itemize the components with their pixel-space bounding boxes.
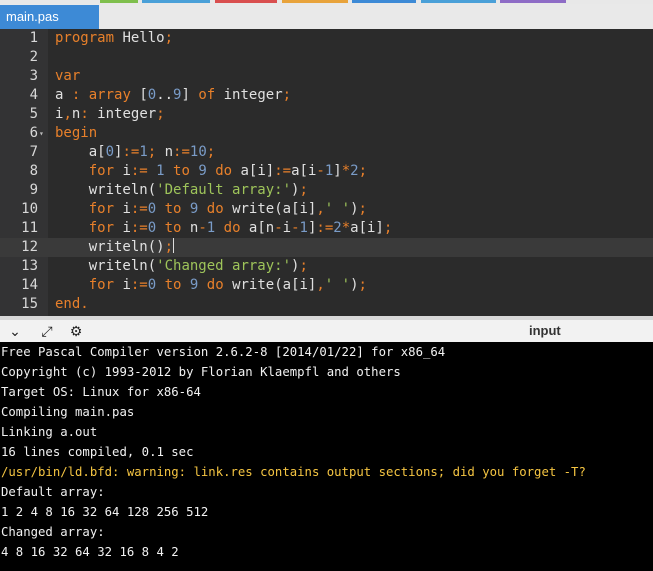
- console-line: 16 lines compiled, 0.1 sec: [1, 445, 194, 459]
- line-number: 2: [29, 49, 38, 65]
- check-chevron-icon[interactable]: ⌄: [6, 323, 24, 341]
- console-line: Linking a.out: [1, 425, 98, 439]
- fold-marker-icon[interactable]: ▾: [39, 124, 47, 143]
- line-number: 6: [29, 125, 38, 141]
- text-cursor: [173, 238, 175, 253]
- code-text: for i:=0 to 9 do write(a[i],' ');: [88, 277, 367, 293]
- code-text: writeln('Default array:');: [55, 182, 308, 198]
- code-line: 10 for i:=0 to 9 do write(a[i],' ');: [0, 200, 653, 219]
- code-text: program Hello;: [55, 30, 174, 46]
- line-number: 5: [29, 106, 38, 122]
- code-text: writeln();: [55, 238, 175, 255]
- input-tab-label[interactable]: input: [529, 322, 561, 340]
- code-line: 5 i,n: integer;: [0, 105, 653, 124]
- code-line: 11 for i:=0 to n-1 do a[n-i-1]:=2*a[i];: [0, 219, 653, 238]
- code-text: end.: [55, 296, 89, 312]
- line-number: 10: [21, 201, 38, 217]
- output-toolbar: ⌄ ⤢ ⚙ input: [0, 316, 653, 342]
- code-text: for i:=0 to 9 do write(a[i],' ');: [88, 201, 367, 217]
- code-text: for i:=0 to n-1 do a[n-i-1]:=2*a[i];: [88, 220, 393, 236]
- line-number: 1: [29, 30, 38, 46]
- console-line: Default array:: [1, 485, 105, 499]
- console-line: Compiling main.pas: [1, 405, 135, 419]
- code-editor[interactable]: 1 program Hello; 2 3 var 4 a : array [0.…: [0, 29, 653, 316]
- line-number: 11: [21, 220, 38, 236]
- code-line: 6 ▾ begin: [0, 124, 653, 143]
- console-line: Changed array:: [1, 525, 105, 539]
- code-line: 2: [0, 48, 653, 67]
- code-line: 15 end.: [0, 295, 653, 314]
- line-number: 4: [29, 87, 38, 103]
- line-number: 12: [21, 239, 38, 255]
- code-line-active: 12 writeln();: [0, 238, 653, 257]
- code-line: 3 var: [0, 67, 653, 86]
- console-line: 1 2 4 8 16 32 64 128 256 512: [1, 505, 209, 519]
- output-console[interactable]: Free Pascal Compiler version 2.6.2-8 [20…: [0, 342, 653, 571]
- code-line: 1 program Hello;: [0, 29, 653, 48]
- expand-icon[interactable]: ⤢: [38, 323, 56, 341]
- code-text: for i:= 1 to 9 do a[i]:=a[i-1]*2;: [88, 163, 368, 179]
- console-line: Target OS: Linux for x86-64: [1, 385, 201, 399]
- code-line: 4 a : array [0..9] of integer;: [0, 86, 653, 105]
- tab-main-pas[interactable]: main.pas: [0, 5, 99, 29]
- code-line: 14 for i:=0 to 9 do write(a[i],' ');: [0, 276, 653, 295]
- code-line: 9 writeln('Default array:');: [0, 181, 653, 200]
- code-text: i,n: integer;: [55, 106, 165, 122]
- line-number: 13: [21, 258, 38, 274]
- code-line: 13 writeln('Changed array:');: [0, 257, 653, 276]
- line-number: 3: [29, 68, 38, 84]
- code-text: begin: [55, 125, 98, 141]
- console-warning-line: /usr/bin/ld.bfd: warning: link.res conta…: [1, 465, 586, 479]
- line-number: 15: [21, 296, 38, 312]
- console-line: 4 8 16 32 64 32 16 8 4 2: [1, 545, 179, 559]
- line-number: 9: [29, 182, 38, 198]
- console-line: Copyright (c) 1993-2012 by Florian Klaem…: [1, 365, 401, 379]
- code-line: 7 a[0]:=1; n:=10;: [0, 143, 653, 162]
- line-number: 8: [29, 163, 38, 179]
- settings-icon[interactable]: ⚙: [67, 323, 85, 341]
- console-line: Free Pascal Compiler version 2.6.2-8 [20…: [1, 345, 446, 359]
- line-number: 14: [21, 277, 38, 293]
- code-text: var: [55, 68, 81, 84]
- code-line: 8 for i:= 1 to 9 do a[i]:=a[i-1]*2;: [0, 162, 653, 181]
- tab-bar: main.pas: [0, 4, 653, 29]
- code-text: writeln('Changed array:');: [55, 258, 308, 274]
- code-text: a[0]:=1; n:=10;: [55, 144, 216, 160]
- line-number: 7: [29, 144, 38, 160]
- code-text: a : array [0..9] of integer;: [55, 87, 292, 103]
